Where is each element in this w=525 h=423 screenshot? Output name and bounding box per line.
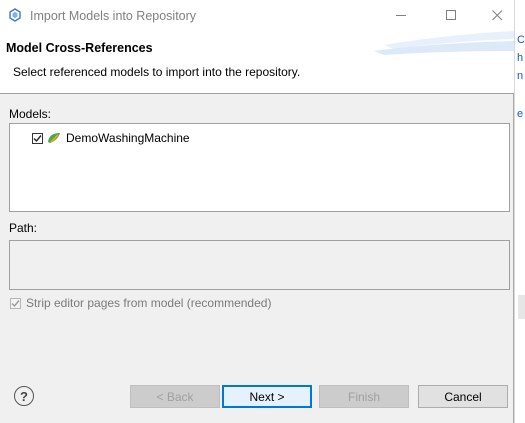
close-icon: [491, 10, 502, 21]
minimize-button[interactable]: [378, 0, 424, 31]
page-title: Model Cross-References: [6, 41, 153, 55]
page-description: Select referenced models to import into …: [13, 65, 301, 79]
finish-button[interactable]: Finish: [319, 385, 409, 408]
eclipse-app-icon: [8, 8, 22, 22]
models-label: Models:: [9, 107, 52, 121]
next-button[interactable]: Next >: [222, 385, 312, 408]
header-decoration: [374, 31, 514, 55]
background-fragment: e: [517, 108, 524, 120]
cancel-button[interactable]: Cancel: [418, 385, 508, 408]
help-button[interactable]: ?: [14, 386, 34, 406]
model-name: DemoWashingMachine: [66, 131, 190, 145]
maximize-button[interactable]: [428, 0, 474, 31]
models-tree[interactable]: DemoWashingMachine: [9, 123, 510, 212]
background-fragment: h: [517, 52, 524, 64]
background-fragment: n: [517, 70, 524, 82]
title-bar[interactable]: Import Models into Repository: [0, 0, 514, 31]
checkmark-icon: [11, 299, 20, 307]
import-models-dialog: Import Models into Repository Model Cros…: [0, 0, 514, 423]
path-label: Path:: [9, 221, 38, 235]
window-title: Import Models into Repository: [30, 9, 197, 23]
path-field[interactable]: [9, 240, 510, 290]
strip-checkbox[interactable]: [10, 297, 21, 309]
strip-label: Strip editor pages from model (recommend…: [26, 296, 272, 310]
model-leaf-icon: [46, 130, 62, 146]
background-fragment: C: [517, 34, 525, 46]
checkmark-icon: [33, 134, 42, 142]
back-button[interactable]: < Back: [130, 385, 220, 408]
strip-option[interactable]: Strip editor pages from model (recommend…: [10, 296, 271, 310]
model-checkbox[interactable]: [32, 132, 43, 144]
tree-item[interactable]: DemoWashingMachine: [32, 130, 190, 146]
minimize-icon: [395, 15, 406, 16]
background-scrollbar: [518, 295, 525, 319]
close-button[interactable]: [474, 0, 520, 31]
wizard-header: Model Cross-References Select referenced…: [0, 31, 514, 94]
help-icon: ?: [20, 388, 28, 404]
maximize-icon: [445, 10, 456, 20]
